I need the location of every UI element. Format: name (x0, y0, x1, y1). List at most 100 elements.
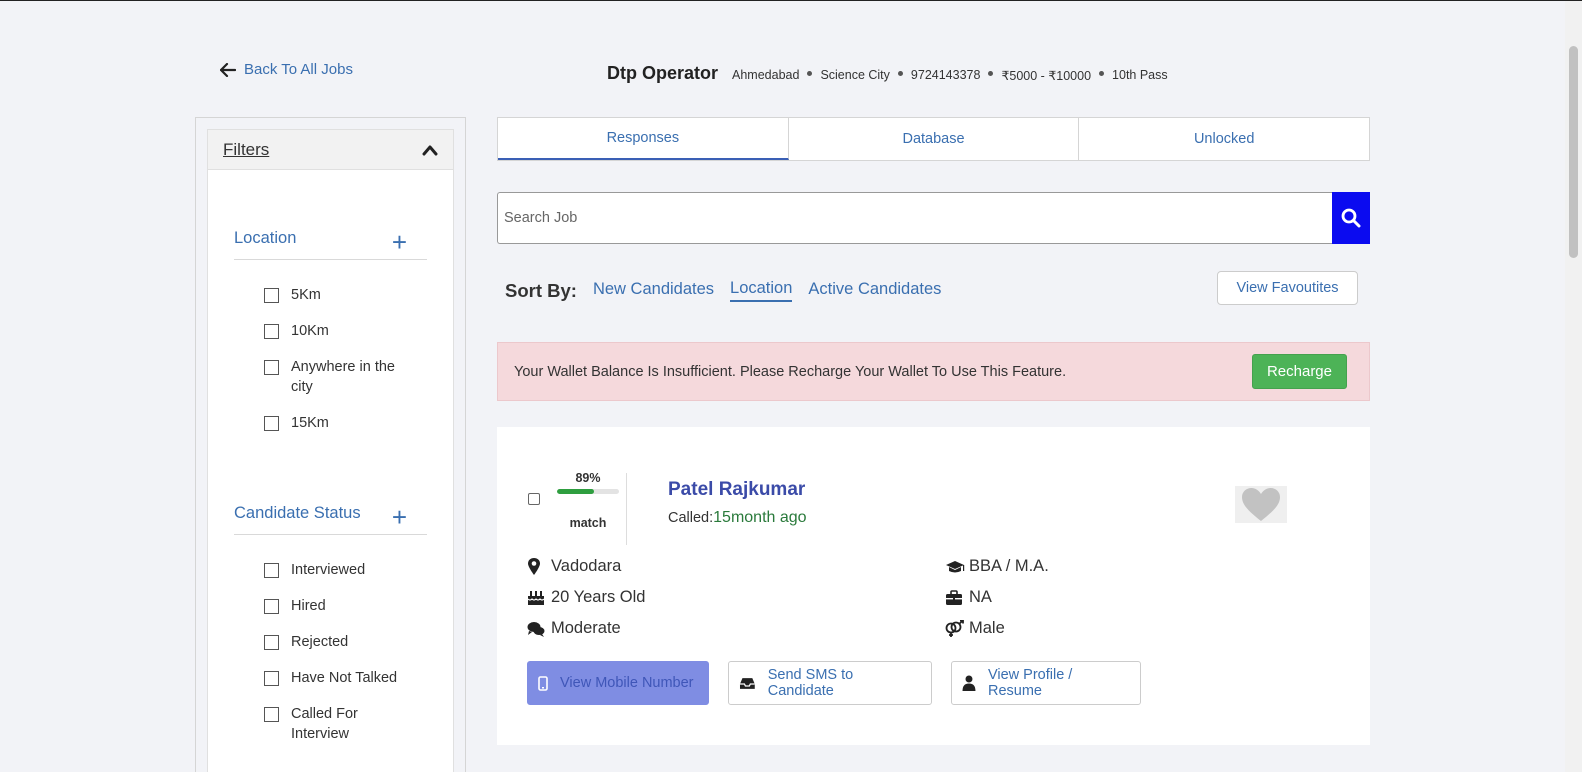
filter-option-interviewed[interactable]: Interviewed (264, 560, 453, 580)
send-sms-label: Send SMS to Candidate (767, 667, 854, 699)
chevron-up-icon[interactable] (422, 144, 438, 156)
checkbox[interactable] (264, 671, 279, 686)
inbox-icon (739, 678, 755, 689)
filter-option-15km[interactable]: 15Km (264, 413, 453, 433)
match-percent: 89% (575, 471, 601, 485)
education-value: BBA / M.A. (969, 557, 1049, 575)
filter-option-have-not-talked[interactable]: Have Not Talked (264, 668, 453, 688)
candidate-education: BBA / M.A. (945, 557, 1049, 576)
english-value: Moderate (551, 619, 621, 637)
location-value: Vadodara (551, 557, 622, 575)
job-title: Dtp Operator (607, 63, 719, 83)
page-scrollbar[interactable] (1565, 1, 1582, 772)
called-label: Called: (668, 510, 714, 526)
plus-icon[interactable]: + (392, 229, 407, 255)
job-qualification: 10th Pass (1112, 68, 1168, 82)
recharge-button[interactable]: Recharge (1251, 354, 1347, 389)
sort-label: Sort By: (505, 279, 577, 301)
separator-dot (897, 70, 903, 76)
tab-responses[interactable]: Responses (498, 118, 789, 160)
filter-option-10km[interactable]: 10Km (264, 321, 453, 341)
filter-option-anywhere[interactable]: Anywhere in the city (264, 357, 453, 397)
view-favourites-button[interactable]: View Favoutites (1217, 271, 1358, 305)
candidate-age: 20 Years Old (527, 588, 646, 607)
separator-dot (988, 70, 994, 76)
filter-option-5km[interactable]: 5Km (264, 285, 453, 305)
checkbox[interactable] (264, 707, 279, 722)
checkbox[interactable] (264, 635, 279, 650)
job-city: Ahmedabad (732, 68, 800, 82)
sort-new-candidates[interactable]: New Candidates (593, 280, 714, 301)
search-input[interactable] (497, 192, 1332, 244)
option-label: Have Not Talked (291, 670, 398, 686)
view-mobile-label: View Mobile Number (560, 675, 694, 691)
send-sms-button[interactable]: Send SMS to Candidate (728, 661, 932, 705)
match-bar (557, 489, 619, 494)
checkbox[interactable] (264, 288, 279, 303)
candidate-select-checkbox[interactable] (528, 493, 540, 505)
favourite-button[interactable] (1235, 486, 1287, 523)
filter-option-hired[interactable]: Hired (264, 596, 453, 616)
view-profile-label: View Profile / Resume (987, 667, 1073, 699)
job-header: Dtp Operator Ahmedabad Science City 9724… (607, 63, 1168, 84)
scrollbar-thumb[interactable] (1569, 46, 1578, 258)
location-filter-title: Location (234, 228, 297, 247)
option-label: Called For Interview (291, 706, 358, 742)
option-label: 10Km (291, 323, 329, 339)
arrow-left-icon (220, 62, 236, 77)
search-button[interactable] (1332, 192, 1370, 244)
candidate-status-filter-header[interactable]: Candidate Status + (234, 500, 427, 535)
search-icon (1341, 208, 1361, 228)
candidate-status-filter-title: Candidate Status (234, 503, 361, 522)
gender-icon (945, 619, 964, 637)
view-mobile-number-button[interactable]: View Mobile Number (527, 661, 709, 705)
candidate-experience: NA (945, 588, 992, 607)
location-filter-header[interactable]: Location + (234, 225, 427, 260)
checkbox[interactable] (264, 324, 279, 339)
candidate-location: Vadodara (527, 557, 621, 576)
plus-icon[interactable]: + (392, 504, 407, 530)
filters-panel: Filters Location + 5Km 10Km Anywhere in … (207, 129, 454, 772)
candidate-card: 89% match Patel Rajkumar Called:15month … (497, 427, 1370, 745)
divider (626, 473, 627, 545)
match-label: match (569, 516, 607, 530)
back-to-jobs-link[interactable]: Back To All Jobs (220, 61, 353, 78)
option-label: Interviewed (291, 562, 366, 578)
tab-unlocked[interactable]: Unlocked (1079, 118, 1369, 160)
called-status: Called:15month ago (668, 509, 807, 527)
option-label: 15Km (291, 415, 329, 431)
user-icon (962, 675, 976, 691)
called-ago: 15month ago (713, 509, 807, 526)
option-label: Anywhere in the city (291, 359, 395, 395)
match-score: 89% match (555, 471, 621, 530)
option-label: 5Km (291, 287, 321, 303)
checkbox[interactable] (264, 360, 279, 375)
graduation-cap-icon (946, 560, 965, 572)
back-link-label: Back To All Jobs (244, 61, 353, 78)
job-search-bar (497, 192, 1370, 244)
candidate-name[interactable]: Patel Rajkumar (668, 479, 805, 501)
comments-icon (527, 621, 545, 637)
job-meta: Ahmedabad Science City 9724143378 ₹5000 … (732, 68, 1168, 83)
sort-active-candidates[interactable]: Active Candidates (808, 280, 941, 301)
age-value: 20 Years Old (551, 588, 646, 606)
filter-option-rejected[interactable]: Rejected (264, 632, 453, 652)
filter-option-called-for-interview[interactable]: Called For Interview (264, 704, 453, 744)
job-area: Science City (820, 68, 890, 82)
alert-message: Your Wallet Balance Is Insufficient. Ple… (514, 363, 1067, 380)
separator-dot (807, 70, 813, 76)
checkbox[interactable] (264, 416, 279, 431)
checkbox[interactable] (264, 563, 279, 578)
filters-header[interactable]: Filters (208, 130, 453, 170)
view-profile-button[interactable]: View Profile / Resume (951, 661, 1141, 705)
sort-location[interactable]: Location (730, 279, 793, 302)
briefcase-icon (946, 589, 962, 605)
mobile-icon (538, 675, 548, 691)
gender-value: Male (969, 619, 1005, 637)
checkbox[interactable] (264, 599, 279, 614)
wallet-alert: Your Wallet Balance Is Insufficient. Ple… (497, 342, 1370, 401)
tab-database[interactable]: Database (789, 118, 1080, 160)
option-label: Hired (291, 598, 326, 614)
experience-value: NA (969, 588, 992, 606)
birthday-cake-icon (527, 591, 545, 605)
